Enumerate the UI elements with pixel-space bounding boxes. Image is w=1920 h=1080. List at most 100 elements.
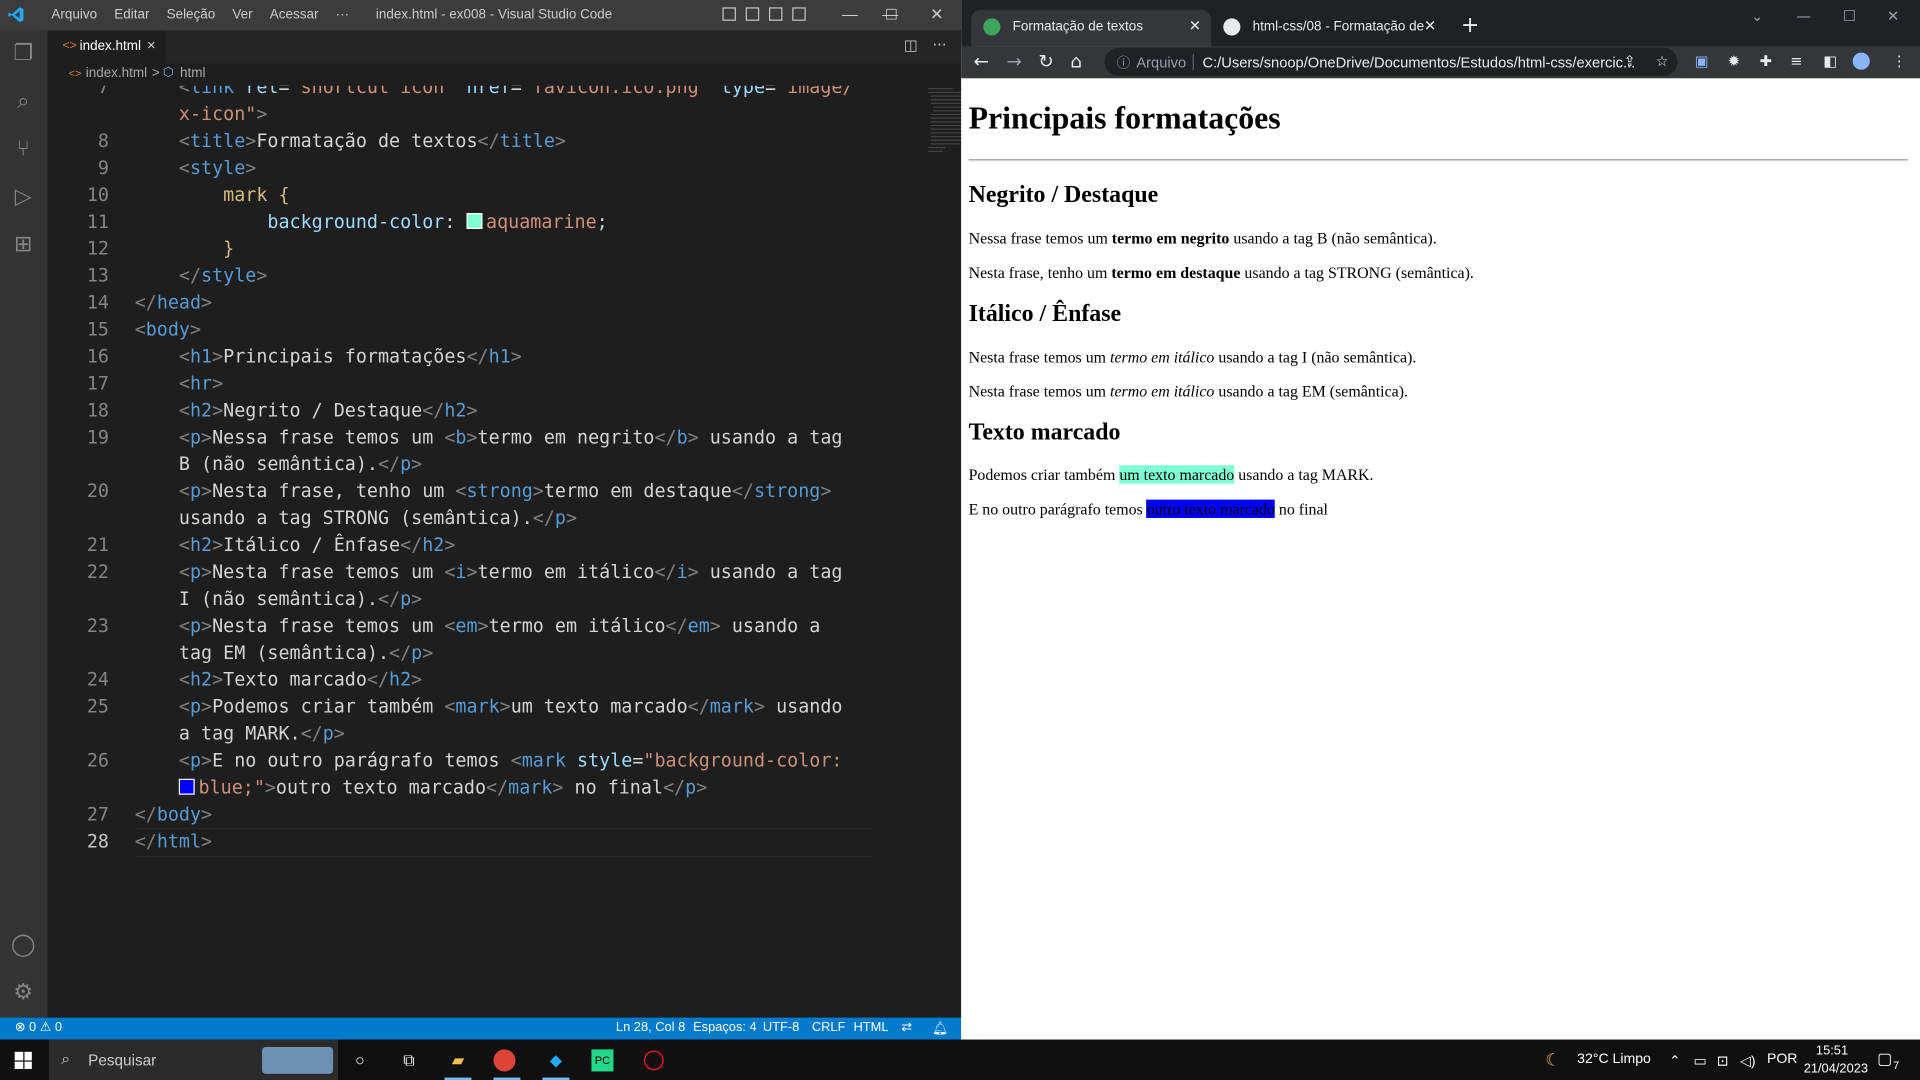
close-button[interactable]: ✕ (1887, 7, 1899, 24)
code-line[interactable]: <title>Formatação de textos</title> (135, 130, 566, 152)
chrome-menu-icon[interactable]: ⋮ (1892, 53, 1907, 70)
home-icon[interactable]: ⌂ (1070, 50, 1082, 72)
menu-more[interactable]: ··· (327, 0, 358, 31)
media-controls-icon[interactable]: ≡ (1790, 53, 1802, 70)
tab-close-icon[interactable]: ✕ (1189, 17, 1201, 34)
maximize-button[interactable]: ☐ (869, 0, 913, 31)
clock-time[interactable]: 15:51 (1816, 1043, 1848, 1058)
browser-tab-github[interactable]: html-css/08 - Formatação de Tex ✕ (1211, 10, 1446, 47)
code-line[interactable]: background-color: aquamarine; (135, 211, 607, 233)
code-line[interactable]: </style> (135, 264, 267, 286)
accounts-icon[interactable]: ◯ (10, 932, 37, 959)
menu-ver[interactable]: Ver (224, 0, 261, 31)
menu-editar[interactable]: Editar (106, 0, 158, 31)
code-line[interactable]: <p>E no outro parágrafo temos <mark styl… (135, 749, 843, 771)
end-of-line[interactable]: CRLF (812, 1020, 846, 1035)
file-explorer-icon[interactable]: ▰ (444, 1047, 471, 1074)
network-icon[interactable]: ⊡ (1717, 1052, 1729, 1069)
source-control-icon[interactable]: ⑂ (10, 136, 37, 163)
code-line[interactable]: <p>Nessa frase temos um <b>termo em negr… (135, 426, 843, 448)
code-line[interactable]: B (não semântica).</p> (135, 453, 422, 475)
breadcrumb-node[interactable]: html (180, 66, 205, 81)
menu-acessar[interactable]: Acessar (261, 0, 327, 31)
code-line[interactable]: </head> (135, 291, 212, 313)
minimap[interactable] (926, 86, 962, 159)
toggle-primary-sidebar-icon[interactable] (722, 7, 736, 21)
weather-text[interactable]: 32°C Limpo (1577, 1052, 1651, 1067)
input-language[interactable]: POR (1767, 1052, 1798, 1067)
url-text[interactable]: C:/Users/snoop/OneDrive/Documentos/Estud… (1202, 54, 1635, 71)
explorer-icon[interactable]: ❐ (10, 40, 37, 67)
share-icon[interactable]: ⇪ (1624, 53, 1636, 70)
tab-close-icon[interactable]: × (147, 37, 156, 54)
reload-icon[interactable]: ↻ (1038, 50, 1053, 72)
maximize-button[interactable]: ☐ (1843, 7, 1856, 24)
code-line[interactable]: <hr> (135, 372, 223, 394)
code-line[interactable]: I (não semântica).</p> (135, 588, 422, 610)
code-line[interactable]: x-icon"> (135, 103, 267, 125)
browser-tab-active[interactable]: Formatação de textos ✕ (971, 9, 1212, 47)
code-line[interactable]: <h2>Itálico / Ênfase</h2> (135, 534, 455, 556)
code-line[interactable]: } (135, 238, 234, 260)
close-button[interactable]: ✕ (912, 0, 961, 31)
code-line[interactable]: a tag MARK.</p> (135, 722, 345, 744)
indentation[interactable]: Espaços: 4 (693, 1020, 757, 1035)
pycharm-app-icon[interactable]: PC (591, 1049, 614, 1072)
tab-index-html[interactable]: <> index.html × (47, 30, 166, 64)
code-line[interactable]: tag EM (semântica).</p> (135, 642, 434, 664)
task-view-icon[interactable]: ⧉ (396, 1047, 423, 1074)
minimize-button[interactable]: — (1796, 7, 1811, 24)
code-line[interactable]: <p>Nesta frase temos um <i>termo em itál… (135, 561, 843, 583)
extensions-puzzle-icon[interactable]: ✚ (1760, 53, 1772, 70)
extensions-icon[interactable]: ⊞ (10, 231, 37, 258)
more-actions-icon[interactable]: ··· (933, 37, 947, 54)
code-line[interactable]: <body> (135, 318, 201, 340)
back-arrow-icon[interactable]: ← (973, 50, 988, 72)
code-line[interactable]: <p>Nesta frase temos um <em>termo em itá… (135, 615, 820, 637)
toggle-panel-icon[interactable] (745, 7, 760, 21)
live-share-icon[interactable]: ⇄ (901, 1020, 912, 1035)
notification-center-icon[interactable]: ▢ (1877, 1049, 1892, 1069)
code-line[interactable]: <h2>Texto marcado</h2> (135, 669, 422, 691)
address-bar[interactable]: ⓘ Arquivo C:/Users/snoop/OneDrive/Docume… (1104, 47, 1678, 76)
code-line[interactable]: <p>Podemos criar também <mark>um texto m… (135, 696, 843, 718)
clock-date[interactable]: 21/04/2023 (1804, 1062, 1868, 1077)
code-line[interactable]: <style> (135, 157, 256, 179)
vscode-app-icon[interactable]: ◆ (542, 1047, 569, 1074)
cortana-icon[interactable]: ○ (347, 1047, 374, 1074)
settings-extension-icon[interactable]: ✹ (1728, 53, 1740, 70)
code-line[interactable]: </body> (135, 803, 212, 825)
bookmark-star-icon[interactable]: ☆ (1656, 53, 1669, 70)
code-line[interactable]: blue;">outro texto marcado</mark> no fin… (135, 776, 707, 798)
code-line[interactable]: <p>Nesta frase, tenho um <strong>termo e… (135, 480, 831, 502)
tab-close-icon[interactable]: ✕ (1424, 17, 1436, 34)
code-line[interactable]: mark { (135, 184, 289, 206)
tab-search-icon[interactable]: ⌄ (1751, 7, 1763, 24)
minimize-button-2[interactable]: — (828, 0, 872, 31)
info-icon[interactable]: ⓘ (1117, 53, 1130, 73)
menu-selecao[interactable]: Seleção (158, 0, 224, 31)
settings-gear-icon[interactable]: ⚙ (10, 980, 37, 1007)
code-line[interactable]: usando a tag STRONG (semântica).</p> (135, 507, 577, 529)
code-editor[interactable]: 7 <link rel="shortcut icon" href="favico… (47, 85, 962, 1018)
code-line[interactable]: <h1>Principais formatações</h1> (135, 345, 522, 367)
search-icon[interactable]: ⌕ (10, 88, 37, 115)
code-line[interactable]: <h2>Negrito / Destaque</h2> (135, 399, 478, 421)
language-mode[interactable]: HTML (853, 1020, 888, 1035)
problems-indicator[interactable]: ⊗ 0 ⚠ 0 (15, 1020, 62, 1035)
tray-overflow-icon[interactable]: ⌃ (1669, 1052, 1681, 1069)
forward-arrow-icon[interactable]: → (1007, 50, 1022, 72)
customize-layout-icon[interactable] (792, 7, 806, 21)
encoding[interactable]: UTF-8 (763, 1020, 799, 1035)
chrome-app-icon[interactable] (493, 1049, 516, 1072)
run-debug-icon[interactable]: ▷ (10, 184, 37, 211)
cursor-position[interactable]: Ln 28, Col 8 (616, 1020, 685, 1035)
notifications-bell-icon[interactable]: 🔔︎ (932, 1020, 948, 1036)
profile-avatar[interactable] (1852, 52, 1870, 70)
battery-icon[interactable]: ▭ (1693, 1052, 1706, 1069)
toggle-secondary-sidebar-icon[interactable] (768, 7, 783, 21)
opera-app-icon[interactable]: ◯ (640, 1047, 667, 1074)
menu-arquivo[interactable]: Arquivo (43, 0, 106, 31)
breadcrumb-file[interactable]: index.html (86, 66, 147, 81)
code-line[interactable]: <link rel="shortcut icon" href="favicon.… (135, 86, 854, 98)
